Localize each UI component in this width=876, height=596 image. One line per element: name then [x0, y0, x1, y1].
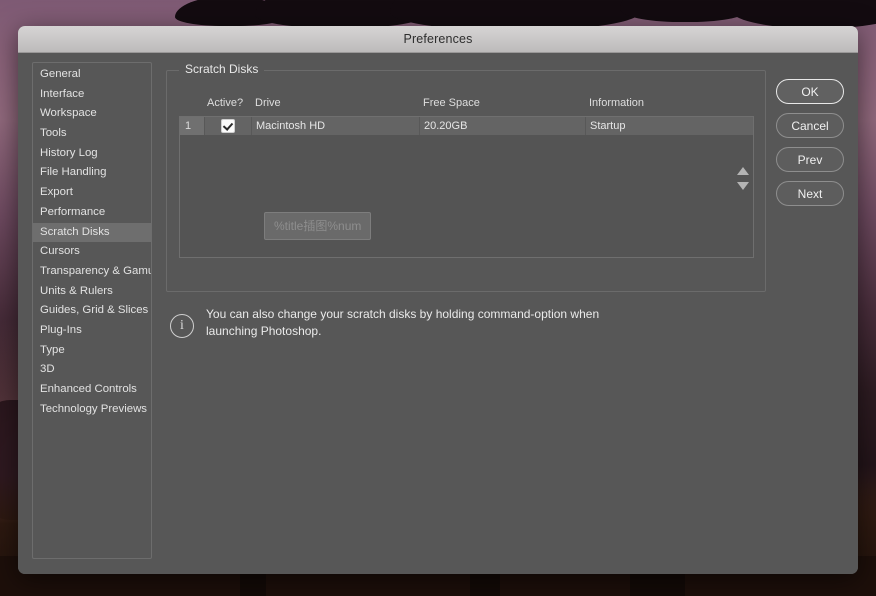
- row-index: 1: [180, 117, 205, 135]
- sidebar-item-type[interactable]: Type: [33, 341, 151, 361]
- sidebar-item-transparency-gamut[interactable]: Transparency & Gamut: [33, 262, 151, 282]
- sidebar-item-scratch-disks[interactable]: Scratch Disks: [33, 222, 151, 243]
- info-icon: i: [170, 314, 194, 338]
- scratch-disks-table: Active? Drive Free Space Information 1 Ma…: [179, 97, 754, 279]
- sidebar-item-general[interactable]: General: [33, 65, 151, 85]
- scratch-disks-panel: Scratch Disks Active? Drive Free Space I…: [166, 62, 766, 559]
- table-row[interactable]: 1 Macintosh HD 20.20GB Startup: [180, 117, 753, 135]
- tree-silhouette: [730, 0, 876, 28]
- arrow-up-icon[interactable]: [737, 167, 749, 175]
- sidebar-item-units-rulers[interactable]: Units & Rulers: [33, 282, 151, 302]
- desktop-background: Preferences General Interface Workspace Too…: [0, 0, 876, 596]
- info-note: i You can also change your scratch disks…: [166, 306, 766, 340]
- column-header-active: Active?: [207, 97, 244, 109]
- table-body[interactable]: 1 Macintosh HD 20.20GB Startup %title插图%num: [179, 116, 754, 258]
- overlay-tooltip: %title插图%num: [264, 212, 372, 240]
- column-header-drive: Drive: [255, 97, 281, 109]
- column-header-information: Information: [589, 97, 645, 109]
- dialog-body: General Interface Workspace Tools History Lo…: [18, 53, 858, 574]
- sidebar-item-history-log[interactable]: History Log: [33, 144, 151, 164]
- cancel-button[interactable]: Cancel: [776, 113, 844, 138]
- dialog-title: Preferences: [403, 32, 473, 46]
- dialog-titlebar[interactable]: Preferences: [18, 26, 858, 53]
- preferences-category-list[interactable]: General Interface Workspace Tools History Lo…: [32, 62, 152, 559]
- sidebar-item-interface[interactable]: Interface: [33, 85, 151, 105]
- cell-free-space: 20.20GB: [420, 117, 586, 135]
- sidebar-item-plug-ins[interactable]: Plug-Ins: [33, 321, 151, 341]
- table-header-row: Active? Drive Free Space Information: [179, 97, 754, 116]
- sidebar-item-tools[interactable]: Tools: [33, 124, 151, 144]
- sidebar-item-export[interactable]: Export: [33, 183, 151, 203]
- preferences-dialog: Preferences General Interface Workspace Too…: [18, 26, 858, 574]
- sidebar-item-cursors[interactable]: Cursors: [33, 242, 151, 262]
- sidebar-item-3d[interactable]: 3D: [33, 360, 151, 380]
- sidebar-item-workspace[interactable]: Workspace: [33, 104, 151, 124]
- cell-information: Startup: [586, 117, 753, 135]
- scroll-arrow-group[interactable]: [732, 167, 754, 190]
- sidebar-item-guides-grid-slices[interactable]: Guides, Grid & Slices: [33, 301, 151, 321]
- sidebar-item-enhanced-controls[interactable]: Enhanced Controls: [33, 380, 151, 400]
- sidebar-item-file-handling[interactable]: File Handling: [33, 163, 151, 183]
- cell-drive[interactable]: Macintosh HD: [252, 117, 420, 135]
- column-header-free-space: Free Space: [423, 97, 480, 109]
- sidebar-item-performance[interactable]: Performance: [33, 203, 151, 223]
- prev-button[interactable]: Prev: [776, 147, 844, 172]
- active-checkbox-cell[interactable]: [205, 117, 252, 135]
- ok-button[interactable]: OK: [776, 79, 844, 104]
- scratch-disks-group: Scratch Disks Active? Drive Free Space I…: [166, 62, 766, 292]
- checkbox-checked-icon[interactable]: [221, 119, 235, 133]
- dialog-button-group: OK Cancel Prev Next: [776, 79, 844, 206]
- group-title: Scratch Disks: [179, 62, 265, 76]
- arrow-down-icon[interactable]: [737, 182, 749, 190]
- next-button[interactable]: Next: [776, 181, 844, 206]
- info-note-text: You can also change your scratch disks b…: [206, 307, 600, 338]
- sidebar-item-technology-previews[interactable]: Technology Previews: [33, 400, 151, 420]
